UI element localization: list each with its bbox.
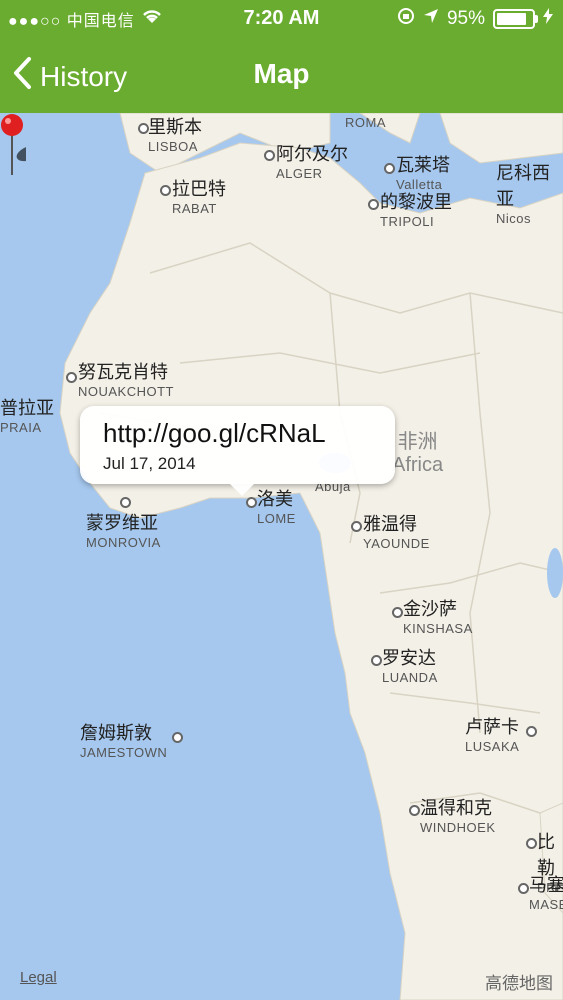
city-name-en: LOME — [257, 511, 296, 526]
city-label-maseru: 马塞 MASE — [529, 871, 563, 912]
city-label-windhoek: 温得和克 WINDHOEK — [420, 794, 496, 835]
city-name-cn: 拉巴特 — [172, 179, 226, 199]
city-marker — [66, 372, 77, 383]
city-label-tripoli: 的黎波里 TRIPOLI — [380, 188, 452, 229]
map-label-roma-text: ROMA — [345, 115, 386, 130]
city-name-en: NOUAKCHOTT — [78, 384, 174, 399]
region-label-en: Africa — [392, 454, 444, 476]
city-label-yaounde: 雅温得 YAOUNDE — [363, 510, 430, 551]
city-name-en: LUSAKA — [465, 739, 520, 754]
map-pin-icon[interactable] — [0, 113, 26, 183]
city-marker — [384, 163, 395, 174]
city-name-cn: 普拉亚 — [0, 398, 54, 418]
city-label-jamestown: 詹姆斯敦 JAMESTOWN — [80, 719, 167, 760]
city-name-cn: 的黎波里 — [380, 192, 452, 212]
city-marker — [392, 607, 403, 618]
city-name-cn: 尼科西亚 — [496, 163, 550, 209]
city-name-cn: 金沙萨 — [403, 599, 457, 619]
city-marker — [371, 655, 382, 666]
city-marker — [120, 497, 131, 508]
map-land-shapes — [59, 113, 563, 1000]
map-callout[interactable]: http://goo.gl/cRNaL Jul 17, 2014 — [80, 406, 395, 496]
city-name-en: ALGER — [276, 166, 323, 181]
region-label-cn: 非洲 — [397, 431, 438, 453]
battery-percent: 95% — [446, 8, 485, 29]
city-label-alger: 阿尔及尔 ALGER — [276, 140, 348, 181]
city-marker — [518, 883, 529, 894]
city-name-en: LUANDA — [382, 670, 438, 685]
city-name-cn: 里斯本 — [148, 117, 202, 137]
city-name-en: PRAIA — [0, 420, 42, 435]
map-label-roma: ROMA — [345, 115, 386, 130]
city-label-valletta: 瓦莱塔 Valletta — [396, 151, 450, 192]
city-name-cn: 瓦莱塔 — [396, 155, 450, 175]
city-name-en: KINSHASA — [403, 621, 473, 636]
location-arrow-icon — [423, 8, 439, 30]
city-marker — [246, 497, 257, 508]
callout-date: Jul 17, 2014 — [103, 454, 196, 473]
city-name-en: MONROVIA — [86, 535, 161, 550]
city-name-en: TRIPOLI — [380, 214, 435, 229]
city-label-lusaka: 卢萨卡 LUSAKA — [465, 713, 519, 754]
city-name-en: YAOUNDE — [363, 536, 430, 551]
city-name-cn: 蒙罗维亚 — [86, 513, 158, 533]
city-label-luanda: 罗安达 LUANDA — [382, 644, 438, 685]
battery-icon — [493, 9, 538, 29]
legal-link[interactable]: Legal — [20, 969, 57, 986]
city-name-en: LISBOA — [148, 139, 198, 154]
map-view[interactable]: 非洲 Africa ROMA 里斯本 LISBOA 阿尔及尔 ALGER 瓦莱塔… — [0, 113, 563, 1000]
city-marker — [172, 732, 183, 743]
page-title: Map — [253, 58, 310, 89]
charging-icon — [543, 8, 553, 30]
city-marker — [160, 185, 171, 196]
rotation-lock-icon — [397, 7, 415, 31]
city-name-cn: 努瓦克肖特 — [78, 362, 168, 382]
city-marker — [351, 521, 362, 532]
city-name-en: Nicos — [496, 211, 532, 226]
city-name-cn: 卢萨卡 — [465, 717, 519, 737]
city-name-en: JAMESTOWN — [80, 745, 168, 760]
city-label-lome: 洛美 LOME — [257, 485, 296, 526]
city-marker — [264, 150, 275, 161]
navigation-bar: History Map — [0, 38, 563, 113]
city-marker — [526, 726, 537, 737]
city-name-en: RABAT — [172, 201, 217, 216]
region-label: 非洲 Africa — [392, 425, 443, 477]
city-name-cn: 詹姆斯敦 — [80, 723, 152, 743]
city-name-cn: 温得和克 — [420, 798, 492, 818]
city-name-cn: 阿尔及尔 — [276, 144, 348, 164]
map-provider-logo: 高德地图 — [485, 974, 553, 993]
city-label-kinshasa: 金沙萨 KINSHASA — [403, 595, 473, 636]
city-label-nicosia: 尼科西亚 Nicos — [496, 159, 563, 226]
city-marker — [409, 805, 420, 816]
city-name-en: MASE — [529, 897, 563, 912]
city-name-en: WINDHOEK — [420, 820, 496, 835]
city-name-cn: 罗安达 — [382, 648, 436, 668]
city-name-cn: 马塞 — [529, 875, 563, 895]
city-name-cn: 雅温得 — [363, 514, 417, 534]
city-marker — [368, 199, 379, 210]
city-label-lisboa: 里斯本 LISBOA — [148, 113, 202, 154]
city-marker — [526, 838, 537, 849]
status-bar: ●●●○○ 中国电信 7:20 AM 95% — [0, 0, 563, 38]
city-label-praia: 普拉亚 PRAIA — [0, 394, 54, 435]
city-label-rabat: 拉巴特 RABAT — [172, 175, 226, 216]
city-name-cn: 洛美 — [257, 489, 293, 509]
callout-title: http://goo.gl/cRNaL — [103, 418, 326, 448]
city-label-nouakchott: 努瓦克肖特 NOUAKCHOTT — [78, 358, 174, 399]
city-label-monrovia: 蒙罗维亚 MONROVIA — [86, 509, 161, 550]
